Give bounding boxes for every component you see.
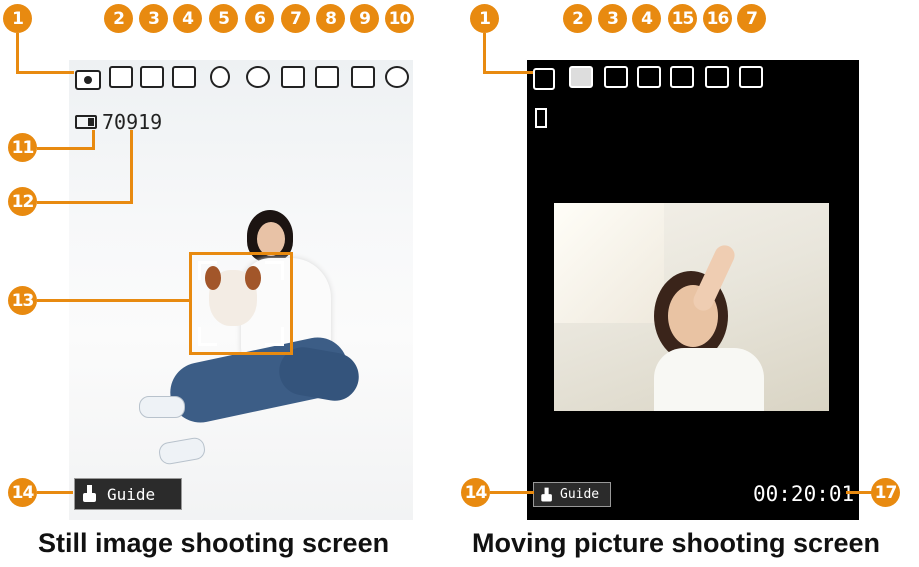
badge-10: 10: [385, 4, 414, 33]
leader-11-h: [37, 147, 95, 150]
stabilizer-on-icon: [315, 66, 339, 88]
video-mode-icon: [533, 68, 555, 90]
badge-17-movie: 17: [871, 478, 900, 507]
badge-5: 5: [209, 4, 238, 33]
face-detect-icon: [385, 66, 409, 88]
guide-label: Guide: [107, 484, 156, 504]
focus-corner-tl: [198, 261, 217, 280]
badge-12: 12: [8, 187, 37, 216]
macro-icon: [210, 66, 230, 88]
image-size-icon: [109, 66, 133, 88]
video-preview: [554, 203, 829, 411]
focus-corner-bl: [198, 327, 217, 346]
badge-14-still: 14: [8, 478, 37, 507]
image-quality-icon: [140, 66, 164, 88]
focus-corner-br: [265, 327, 284, 346]
guide-button-movie[interactable]: Guide: [533, 482, 611, 507]
badge-7-movie: 7: [737, 4, 766, 33]
subject-shoe: [139, 396, 185, 418]
badge-1: 1: [3, 4, 32, 33]
badge-1-movie: 1: [470, 4, 499, 33]
video-quality-icon: [604, 66, 628, 88]
badge-11: 11: [8, 133, 37, 162]
window-light: [554, 203, 664, 323]
battery-icon: [535, 108, 547, 128]
badge-7: 7: [281, 4, 310, 33]
preview-shirt: [654, 348, 764, 411]
leader-13-h: [37, 299, 190, 302]
leader-14-movie-h: [490, 491, 534, 494]
leader-1-v: [16, 33, 19, 73]
camera-mode-icon: [75, 70, 101, 90]
hand-pointer-icon: [83, 485, 96, 502]
badge-4: 4: [173, 4, 202, 33]
movie-screen: Guide 00:20:01: [527, 60, 859, 520]
badge-6: 6: [245, 4, 274, 33]
voice-record-icon: [705, 66, 729, 88]
memory-card-icon: [75, 115, 97, 129]
badge-2: 2: [104, 4, 133, 33]
movie-caption: Moving picture shooting screen: [472, 528, 881, 558]
leader-1m-h: [483, 71, 533, 74]
leader-14-still-h: [37, 491, 73, 494]
guide-button[interactable]: Guide: [74, 478, 182, 510]
subject-face: [257, 222, 285, 256]
guide-label-movie: Guide: [560, 487, 600, 502]
recording-time-icon: [670, 66, 694, 88]
badge-3: 3: [139, 4, 168, 33]
focus-corner-tr: [265, 261, 284, 280]
leader-1m-v: [483, 33, 486, 73]
badge-9: 9: [350, 4, 379, 33]
badge-2-movie: 2: [563, 4, 592, 33]
flash-on-icon: [281, 66, 305, 88]
leader-12-v: [130, 130, 133, 204]
badge-13: 13: [8, 286, 37, 315]
leader-11-v: [92, 130, 95, 150]
leader-1-h: [16, 71, 74, 74]
badge-8: 8: [316, 4, 345, 33]
self-timer-icon: [246, 66, 270, 88]
focus-frame: [189, 252, 293, 355]
leader-12-h: [37, 201, 133, 204]
video-size-icon: [569, 66, 593, 88]
still-image-screen: 70919 Guide: [69, 60, 413, 520]
leader-17-movie-h: [846, 491, 872, 494]
hand-pointer-icon-movie: [541, 487, 552, 502]
badge-4-movie: 4: [632, 4, 661, 33]
subject-shoe-2: [157, 436, 207, 466]
badge-16-movie: 16: [703, 4, 732, 33]
badge-15-movie: 15: [668, 4, 697, 33]
white-balance-auto-icon: [172, 66, 196, 88]
recording-timer: 00:20:01: [753, 482, 855, 506]
badge-3-movie: 3: [598, 4, 627, 33]
badge-14-movie: 14: [461, 478, 490, 507]
white-balance-auto-icon-movie: [637, 66, 661, 88]
scene-auto-icon: [351, 66, 375, 88]
flash-auto-icon: [739, 66, 763, 88]
still-caption: Still image shooting screen: [38, 528, 390, 558]
